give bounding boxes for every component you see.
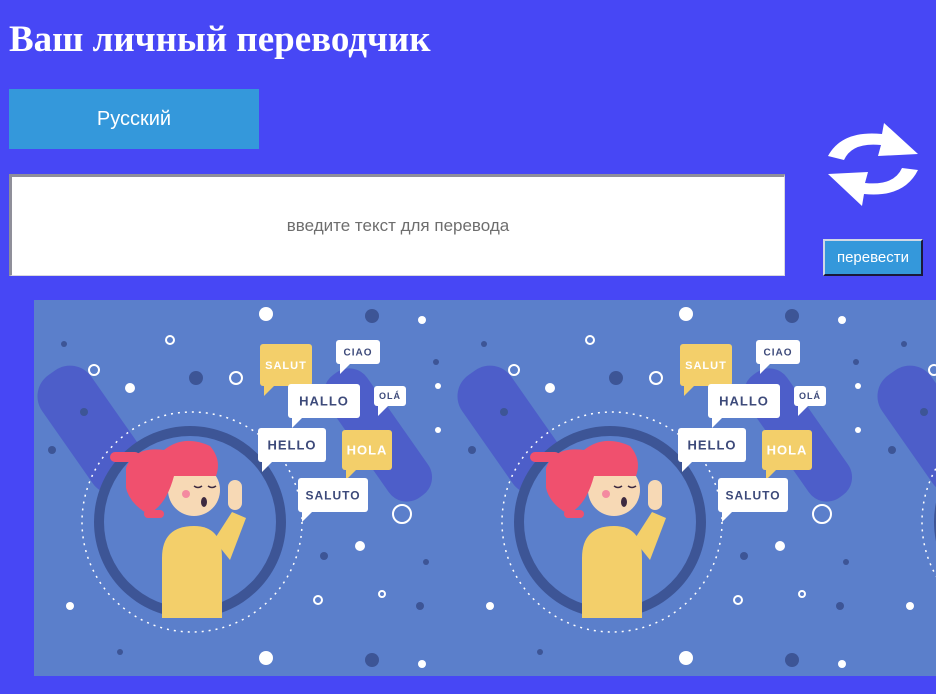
greeting-text: OLÁ	[379, 391, 401, 401]
illustration-image: SALUT CIAO HALLO OLÁ HELLO HOLA SALUTO SALUT CIA…	[34, 300, 936, 676]
greeting-text: SALUTO	[725, 488, 780, 502]
greeting-text: HOLA	[767, 443, 808, 458]
greeting-text: OLÁ	[799, 391, 821, 401]
translator-page: Ваш личный переводчик Русский перевести …	[0, 0, 936, 694]
greeting-text: HALLO	[719, 394, 769, 409]
translate-button[interactable]: перевести	[823, 239, 923, 276]
translate-text-input[interactable]	[9, 174, 785, 276]
greeting-text: HOLA	[347, 443, 388, 458]
swap-arrows-icon	[828, 123, 918, 206]
greeting-text: SALUT	[265, 360, 307, 372]
language-illustration-banner: SALUT CIAO HALLO OLÁ HELLO HOLA SALUTO SALUT CIA…	[34, 300, 936, 676]
greeting-text: SALUT	[685, 360, 727, 372]
greeting-text: CIAO	[764, 348, 793, 359]
swap-languages-button[interactable]	[820, 118, 926, 210]
greeting-text: HALLO	[299, 394, 349, 409]
greeting-text: HELLO	[267, 438, 316, 453]
language-select-button[interactable]: Русский	[9, 89, 259, 149]
greeting-text: HELLO	[687, 438, 736, 453]
greeting-text: SALUTO	[305, 488, 360, 502]
page-title: Ваш личный переводчик	[9, 19, 431, 60]
greeting-text: CIAO	[344, 348, 373, 359]
